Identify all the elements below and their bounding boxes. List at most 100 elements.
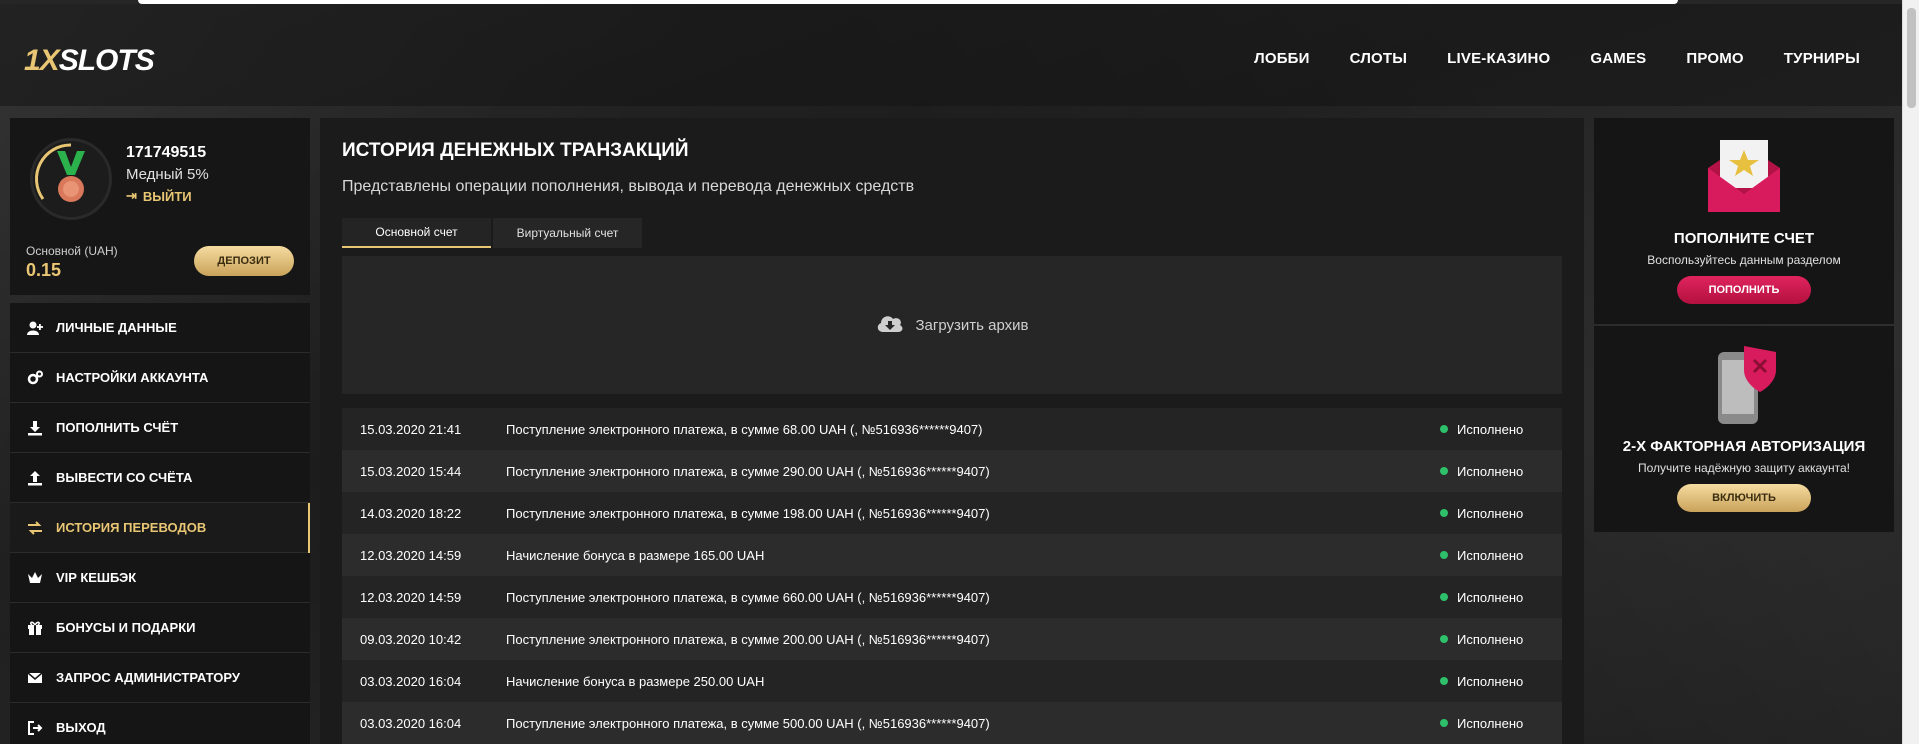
gears-icon [26, 369, 44, 387]
site-header: 1XSLOTS ЛОББИ СЛОТЫ LIVE-КАЗИНО GAMES ПР… [0, 4, 1902, 106]
nav-games[interactable]: GAMES [1590, 50, 1646, 67]
tx-status-label: Исполнено [1457, 463, 1524, 479]
replenish-button[interactable]: ПОПОЛНИТЬ [1677, 276, 1811, 304]
tx-date: 09.03.2020 10:42 [360, 631, 462, 647]
deposit-promo-card: ПОПОЛНИТЕ СЧЕТ Воспользуйтесь данным раз… [1594, 118, 1894, 324]
upload-icon [26, 469, 44, 487]
table-row: 15.03.2020 21:41 Поступление электронного… [342, 408, 1562, 450]
tx-status-label: Исполнено [1457, 547, 1524, 563]
exit-icon [26, 719, 44, 737]
menu-deposit[interactable]: ПОПОЛНИТЬ СЧЁТ [10, 403, 310, 453]
menu-label: НАСТРОЙКИ АККАУНТА [56, 370, 209, 385]
menu-label: ВЫХОД [56, 720, 106, 735]
phone-shield-icon [1718, 346, 1776, 424]
menu-personal-data[interactable]: ЛИЧНЫЕ ДАННЫЕ [10, 303, 310, 353]
scrollbar-thumb[interactable] [1907, 8, 1916, 108]
status-dot-icon [1440, 677, 1448, 685]
table-row: 03.03.2020 16:04 Начисление бонуса в разм… [342, 660, 1562, 702]
user-id: 171749515 [126, 144, 207, 161]
logout-label: ВЫЙТИ [142, 188, 192, 204]
menu-label: ЛИЧНЫЕ ДАННЫЕ [56, 320, 177, 335]
download-archive-button[interactable]: Загрузить архив [342, 256, 1562, 394]
menu-vip-cashback[interactable]: VIP КЕШБЭК [10, 553, 310, 603]
status-dot-icon [1440, 593, 1448, 601]
twofa-card-text: Получите надёжную защиту аккаунта! [1637, 461, 1850, 475]
tx-status: Исполнено [1440, 548, 1562, 563]
medal-icon [35, 143, 85, 202]
table-row: 12.03.2020 14:59 Начисление бонуса в разм… [342, 534, 1562, 576]
table-row: 03.03.2020 16:04 Поступление электронного… [342, 702, 1562, 744]
crown-icon [26, 569, 44, 587]
envelope-icon [26, 669, 44, 687]
menu-admin-request[interactable]: ЗАПРОС АДМИНИСТРАТОРУ [10, 653, 310, 703]
nav-tournaments[interactable]: ТУРНИРЫ [1784, 50, 1860, 67]
deposit-button[interactable]: ДЕПОЗИТ [194, 246, 294, 276]
tx-status: Исполнено [1440, 590, 1562, 605]
page-scrollbar[interactable] [1902, 0, 1919, 744]
twofa-promo-card: 2-Х ФАКТОРНАЯ АВТОРИЗАЦИЯ Получите надёж… [1594, 326, 1894, 532]
page-title: ИСТОРИЯ ДЕНЕЖНЫХ ТРАНЗАКЦИЙ [342, 140, 689, 161]
tx-description: Начисление бонуса в размере 250.00 UAH [506, 673, 765, 689]
tab-virtual-account[interactable]: Виртуальный счет [493, 218, 642, 248]
nav-lobby[interactable]: ЛОББИ [1254, 50, 1310, 67]
tx-date: 03.03.2020 16:04 [360, 673, 462, 689]
menu-account-settings[interactable]: НАСТРОЙКИ АККАУНТА [10, 353, 310, 403]
tx-description: Поступление электронного платежа, в сумм… [506, 631, 990, 647]
menu-withdraw[interactable]: ВЫВЕСТИ СО СЧЁТА [10, 453, 310, 503]
tx-date: 12.03.2020 14:59 [360, 589, 462, 605]
logout-link[interactable]: ⇥ ВЫЙТИ [126, 188, 192, 204]
tx-description: Поступление электронного платежа, в сумм… [506, 463, 990, 479]
tx-status-label: Исполнено [1457, 673, 1524, 689]
tx-status-label: Исполнено [1457, 715, 1524, 731]
tx-description: Начисление бонуса в размере 165.00 UAH [506, 547, 765, 563]
status-dot-icon [1440, 467, 1448, 475]
balance-value: 0.15 [26, 260, 62, 280]
tx-date: 15.03.2020 21:41 [360, 421, 462, 437]
transactions-table: 15.03.2020 21:41 Поступление электронного… [342, 408, 1562, 744]
nav-slots[interactable]: СЛОТЫ [1350, 50, 1408, 67]
tx-date: 14.03.2020 18:22 [360, 505, 462, 521]
tx-date: 03.03.2020 16:04 [360, 715, 462, 731]
menu-label: ВЫВЕСТИ СО СЧЁТА [56, 470, 193, 485]
tx-description: Поступление электронного платежа, в сумм… [506, 421, 983, 437]
menu-label: VIP КЕШБЭК [56, 570, 137, 585]
nav-live-casino[interactable]: LIVE-КАЗИНО [1447, 50, 1550, 67]
status-dot-icon [1440, 509, 1448, 517]
status-dot-icon [1440, 551, 1448, 559]
tx-status: Исполнено [1440, 422, 1562, 437]
download-icon [26, 419, 44, 437]
account-menu: ЛИЧНЫЕ ДАННЫЕ НАСТРОЙКИ АККАУНТА ПОПОЛНИ… [10, 303, 310, 744]
tx-status: Исполнено [1440, 716, 1562, 731]
twofa-card-title: 2-Х ФАКТОРНАЯ АВТОРИЗАЦИЯ [1622, 438, 1866, 455]
tx-status-label: Исполнено [1457, 505, 1524, 521]
menu-label: ИСТОРИЯ ПЕРЕВОДОВ [56, 520, 207, 535]
status-dot-icon [1440, 635, 1448, 643]
tx-status: Исполнено [1440, 632, 1562, 647]
tx-date: 12.03.2020 14:59 [360, 547, 462, 563]
page-subtitle: Представлены операции пополнения, вывода… [342, 178, 915, 195]
tx-status-label: Исполнено [1457, 421, 1524, 437]
balance-label: Основной (UAH) [26, 244, 118, 258]
menu-bonuses[interactable]: БОНУСЫ И ПОДАРКИ [10, 603, 310, 653]
status-dot-icon [1440, 719, 1448, 727]
nav-promo[interactable]: ПРОМО [1686, 50, 1743, 67]
user-plus-icon [26, 319, 44, 337]
enable-twofa-button[interactable]: ВКЛЮЧИТЬ [1677, 484, 1811, 512]
tx-status-label: Исполнено [1457, 631, 1524, 647]
download-archive-label: Загрузить архив [915, 316, 1029, 334]
menu-transfer-history[interactable]: ИСТОРИЯ ПЕРЕВОДОВ [10, 503, 310, 553]
tab-main-account[interactable]: Основной счет [342, 218, 491, 248]
site-logo[interactable]: 1XSLOTS [24, 44, 155, 78]
menu-label: БОНУСЫ И ПОДАРКИ [56, 620, 196, 635]
menu-exit[interactable]: ВЫХОД [10, 703, 310, 744]
envelope-star-icon [1708, 140, 1780, 212]
tx-status: Исполнено [1440, 506, 1562, 521]
tx-description: Поступление электронного платежа, в сумм… [506, 589, 990, 605]
table-row: 09.03.2020 10:42 Поступление электронного… [342, 618, 1562, 660]
table-row: 15.03.2020 15:44 Поступление электронного… [342, 450, 1562, 492]
user-level: Медный 5% [126, 166, 209, 183]
deposit-card-text: Воспользуйтесь данным разделом [1647, 253, 1841, 267]
tx-status-label: Исполнено [1457, 589, 1524, 605]
account-sidebar: 171749515 Медный 5% ⇥ ВЫЙТИ Основной (UA… [10, 118, 310, 744]
tx-description: Поступление электронного платежа, в сумм… [506, 505, 990, 521]
